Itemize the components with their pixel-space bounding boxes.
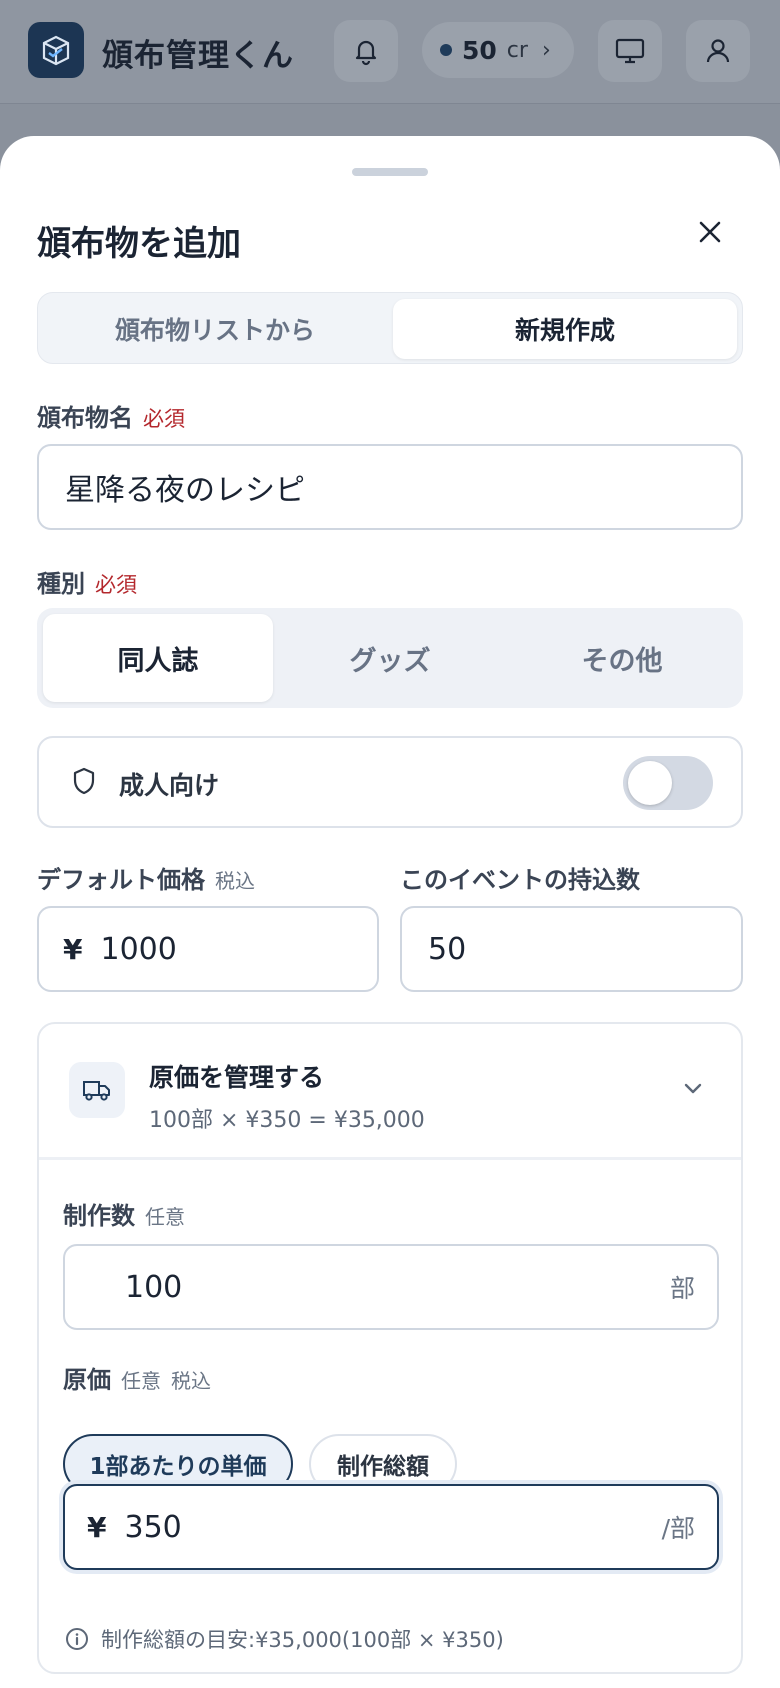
production-count-value: 100 — [125, 1269, 183, 1305]
close-icon — [699, 221, 721, 243]
app-title: 頒布管理くん — [102, 38, 294, 74]
price-label: デフォルト価格 税込 — [37, 860, 255, 895]
credit-unit: cr — [506, 37, 528, 63]
price-value: 1000 — [100, 931, 177, 967]
per-copy-unit: /部 — [661, 1514, 695, 1543]
unit-cost-input[interactable]: ¥ 350 /部 — [63, 1484, 719, 1570]
cost-label-text: 原価 — [63, 1366, 111, 1394]
bell-icon — [355, 40, 377, 66]
production-count-label: 制作数 任意 — [63, 1196, 185, 1231]
cost-label: 原価 任意 税込 — [63, 1360, 211, 1395]
tab-new[interactable]: 新規作成 — [393, 299, 737, 359]
cost-management-card: 原価を管理する 100部 × ¥350 = ¥35,000 制作数 任意 100 … — [37, 1022, 743, 1674]
tab-from-list[interactable]: 頒布物リストから — [44, 299, 386, 359]
credit-amount: 50 — [462, 35, 497, 65]
type-option-doujinshi[interactable]: 同人誌 — [43, 614, 273, 702]
cost-accordion-header[interactable]: 原価を管理する 100部 × ¥350 = ¥35,000 — [39, 1024, 741, 1160]
monitor-icon — [615, 38, 645, 64]
app-header: 頒布管理くん 50 cr › — [0, 0, 780, 104]
type-option-goods[interactable]: グッズ — [275, 614, 505, 702]
type-selector: 同人誌 グッズ その他 — [37, 608, 743, 708]
truck-icon — [83, 1081, 110, 1101]
close-button[interactable] — [690, 212, 730, 252]
account-button[interactable] — [686, 20, 750, 82]
bring-qty-label: このイベントの持込数 — [400, 866, 640, 894]
bring-qty-input[interactable]: 50 — [400, 906, 743, 992]
type-option-other[interactable]: その他 — [507, 614, 737, 702]
credit-dot-icon — [440, 44, 452, 56]
truck-icon-box — [69, 1062, 125, 1118]
type-label-text: 種別 — [37, 570, 85, 598]
shield-icon — [73, 767, 95, 795]
yen-symbol: ¥ — [87, 1510, 107, 1544]
optional-note: 任意 — [145, 1205, 185, 1229]
item-name-value: 星降る夜のレシピ — [65, 473, 305, 508]
app-logo — [28, 22, 84, 78]
tax-included-note: 税込 — [171, 1369, 211, 1393]
box-icon — [42, 35, 70, 66]
toggle-knob — [628, 761, 672, 805]
sheet-drag-handle[interactable] — [352, 168, 428, 176]
adult-setting-row: 成人向け — [37, 736, 743, 828]
item-name-label: 頒布物名 必須 — [37, 398, 185, 433]
user-icon — [706, 39, 730, 63]
notification-button[interactable] — [334, 20, 398, 82]
source-tabs: 頒布物リストから 新規作成 — [37, 292, 743, 364]
optional-note: 任意 — [121, 1369, 161, 1393]
price-input[interactable]: ¥ 1000 — [37, 906, 379, 992]
production-count-input[interactable]: 100 部 — [63, 1244, 719, 1330]
chevron-down-icon — [684, 1083, 702, 1094]
total-cost-hint: 制作総額の目安:¥35,000(100部 × ¥350) — [65, 1624, 504, 1654]
type-label: 種別 必須 — [37, 564, 137, 599]
required-badge: 必須 — [95, 573, 137, 597]
required-badge: 必須 — [143, 407, 185, 431]
cost-summary: 100部 × ¥350 = ¥35,000 — [149, 1108, 425, 1133]
yen-symbol: ¥ — [63, 932, 83, 966]
cost-title: 原価を管理する — [149, 1063, 325, 1092]
display-button[interactable] — [598, 20, 662, 82]
chevron-right-icon: › — [541, 37, 551, 63]
add-item-sheet: 頒布物を追加 頒布物リストから 新規作成 頒布物名 必須 星降る夜のレシピ 種別必… — [0, 136, 780, 1688]
tax-included-note: 税込 — [215, 869, 255, 893]
item-name-label-text: 頒布物名 — [37, 404, 133, 432]
total-cost-hint-text: 制作総額の目安:¥35,000(100部 × ¥350) — [101, 1628, 504, 1652]
adult-toggle[interactable] — [623, 756, 713, 810]
sheet-title: 頒布物を追加 — [37, 224, 241, 264]
item-name-input[interactable]: 星降る夜のレシピ — [37, 444, 743, 530]
price-label-text: デフォルト価格 — [37, 866, 205, 894]
adult-label: 成人向け — [119, 771, 220, 800]
copies-unit: 部 — [669, 1274, 695, 1303]
info-icon — [66, 1628, 88, 1650]
bring-qty-value: 50 — [428, 931, 467, 967]
unit-cost-value: 350 — [124, 1509, 182, 1545]
credit-balance-button[interactable]: 50 cr › — [422, 22, 574, 78]
production-count-label-text: 制作数 — [63, 1202, 135, 1230]
